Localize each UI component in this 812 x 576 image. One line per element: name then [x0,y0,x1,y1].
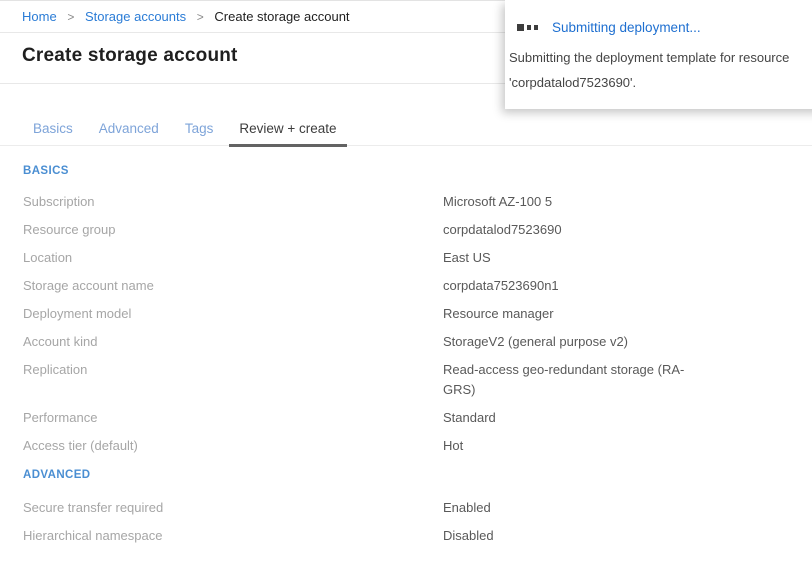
tab-bar: Basics Advanced Tags Review + create [0,121,812,146]
review-row-location: Location East US [23,248,812,268]
breadcrumb-separator: > [67,10,74,24]
field-label: Deployment model [23,304,443,324]
breadcrumb-storage-accounts[interactable]: Storage accounts [85,9,186,24]
field-value: Microsoft AZ-100 5 [443,192,552,212]
toast-title-row: Submitting deployment... [517,20,812,35]
field-value: Read-access geo-redundant storage (RA-GR… [443,360,693,400]
review-row-replication: Replication Read-access geo-redundant st… [23,360,812,400]
breadcrumb-current: Create storage account [214,9,349,24]
tab-review-create[interactable]: Review + create [229,121,346,147]
section-heading-basics: BASICS [23,165,812,177]
field-value: East US [443,248,491,268]
toast-body-line2: 'corpdatalod7523690'. [509,75,636,90]
field-label: Location [23,248,443,268]
review-content: BASICS Subscription Microsoft AZ-100 5 R… [0,146,812,546]
review-row-secure-transfer: Secure transfer required Enabled [23,498,812,518]
tab-tags[interactable]: Tags [175,121,224,145]
review-row-storage-account-name: Storage account name corpdata7523690n1 [23,276,812,296]
field-label: Subscription [23,192,443,212]
field-value: corpdata7523690n1 [443,276,559,296]
review-row-access-tier: Access tier (default) Hot [23,436,812,456]
review-row-hierarchical-namespace: Hierarchical namespace Disabled [23,526,812,546]
field-label: Secure transfer required [23,498,443,518]
field-label: Replication [23,360,443,400]
field-value: Disabled [443,526,494,546]
toast-body-line1: Submitting the deployment template for r… [509,50,789,65]
field-label: Access tier (default) [23,436,443,456]
review-row-resource-group: Resource group corpdatalod7523690 [23,220,812,240]
review-row-account-kind: Account kind StorageV2 (general purpose … [23,332,812,352]
toast-title-link[interactable]: Submitting deployment... [552,20,701,35]
tab-basics[interactable]: Basics [23,121,83,145]
review-row-subscription: Subscription Microsoft AZ-100 5 [23,192,812,212]
section-heading-advanced: ADVANCED [23,469,812,481]
field-value: Enabled [443,498,491,518]
field-value: Standard [443,408,496,428]
field-value: Resource manager [443,304,554,324]
toast-body: Submitting the deployment template for r… [509,45,812,95]
field-label: Hierarchical namespace [23,526,443,546]
tab-advanced[interactable]: Advanced [89,121,169,145]
field-value: Hot [443,436,463,456]
breadcrumb-home[interactable]: Home [22,9,57,24]
breadcrumb-separator: > [197,10,204,24]
field-label: Storage account name [23,276,443,296]
review-row-deployment-model: Deployment model Resource manager [23,304,812,324]
field-value: StorageV2 (general purpose v2) [443,332,628,352]
field-label: Resource group [23,220,443,240]
field-label: Account kind [23,332,443,352]
field-label: Performance [23,408,443,428]
notification-toast: Submitting deployment... Submitting the … [505,0,812,109]
deployment-progress-icon [517,24,541,31]
review-row-performance: Performance Standard [23,408,812,428]
field-value: corpdatalod7523690 [443,220,562,240]
